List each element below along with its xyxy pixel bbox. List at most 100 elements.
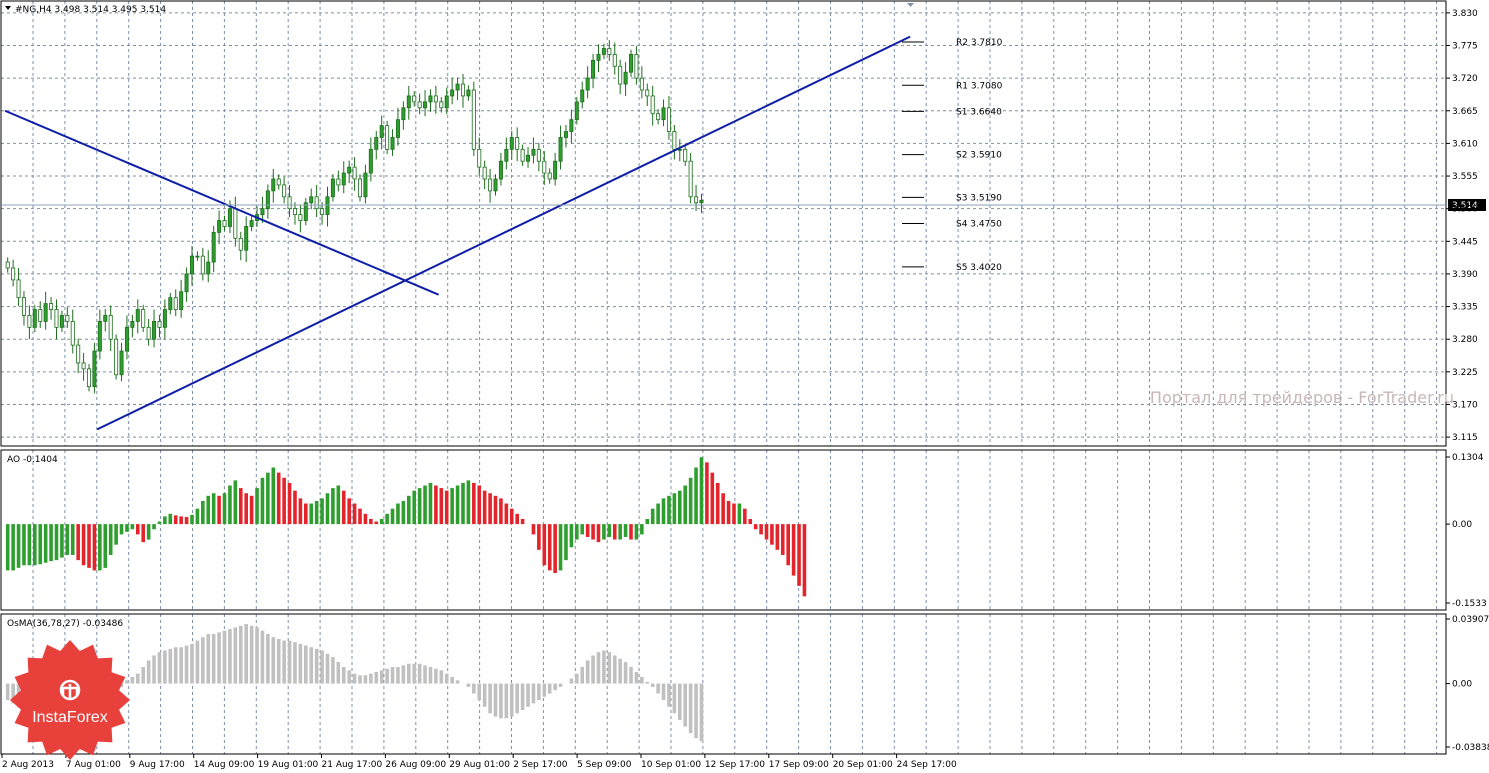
candle-body: [49, 303, 54, 310]
candle-body: [656, 113, 661, 121]
candle-body: [455, 83, 460, 91]
candle-body: [585, 77, 590, 91]
candle-body: [271, 178, 276, 192]
candle-body: [168, 297, 173, 310]
candle-body: [385, 125, 390, 150]
candle-body: [591, 59, 596, 79]
candle-body: [227, 208, 232, 227]
candle-body: [16, 279, 21, 299]
candle-body: [189, 255, 194, 275]
time-tick-label: 12 Sep 17:00: [705, 760, 765, 770]
osma-tick-label: -0.03838: [1452, 743, 1489, 753]
price-tick-label: 3.280: [1452, 335, 1478, 345]
candle-body: [298, 214, 303, 221]
time-tick-label: 7 Aug 01:00: [66, 760, 121, 770]
candle-body: [688, 160, 693, 198]
candle-body: [536, 148, 541, 162]
time-tick-label: 20 Sep 01:00: [833, 760, 893, 770]
candle-body: [21, 297, 26, 316]
candle-body: [433, 95, 438, 103]
candle-body: [542, 160, 547, 174]
time-tick-label: 2 Aug 2013: [2, 760, 54, 770]
candle-body: [417, 101, 422, 109]
price-tick-label: 3.115: [1452, 433, 1478, 443]
candle-body: [618, 65, 623, 85]
candle-body: [54, 309, 59, 328]
candle-body: [195, 255, 200, 258]
candle-body: [287, 196, 292, 210]
candle-body: [184, 273, 189, 293]
time-tick-label: 14 Aug 09:00: [194, 760, 255, 770]
candle-body: [282, 184, 287, 198]
time-tick-label: 5 Sep 09:00: [577, 760, 632, 770]
candle-body: [59, 315, 64, 328]
candle-body: [347, 166, 352, 174]
ao-label: AO -0.1404: [7, 455, 58, 465]
candle-body: [558, 137, 563, 162]
candle-body: [395, 119, 400, 138]
candle-body: [206, 261, 211, 275]
candle-body: [672, 131, 677, 150]
candle-body: [699, 199, 704, 204]
time-tick-label: 24 Sep 17:00: [897, 760, 957, 770]
time-tick-label: 21 Aug 17:00: [322, 760, 383, 770]
pivot-label: S3 3.5190: [956, 193, 1002, 203]
candle-body: [330, 178, 335, 198]
candle-body: [547, 172, 552, 180]
candle-body: [5, 261, 10, 269]
time-tick-label: 9 Aug 17:00: [130, 760, 185, 770]
candle-body: [694, 196, 699, 204]
candle-body: [390, 137, 395, 150]
price-tick-label: 3.390: [1452, 270, 1478, 280]
price-tick-label: 3.610: [1452, 139, 1478, 149]
candle-body: [43, 303, 48, 322]
chart-canvas: R2 3.7810 R1 3.7080 S1 3.6640 S2 3.5910 S3 3…: [0, 0, 1489, 773]
time-tick-label: 29 Aug 01:00: [449, 760, 510, 770]
price-tick-label: 3.500: [1452, 205, 1478, 215]
pivot-label: R1 3.7080: [956, 81, 1003, 91]
candle-body: [526, 154, 531, 162]
candle-body: [477, 148, 482, 168]
osma-tick-label: 0.03907: [1452, 615, 1489, 625]
candle-body: [482, 166, 487, 180]
candle-body: [444, 95, 449, 109]
candle-body: [623, 71, 628, 85]
candle-body: [162, 309, 167, 328]
time-tick-label: 10 Sep 01:00: [641, 760, 701, 770]
candle-body: [114, 338, 119, 376]
candle-body: [406, 95, 411, 109]
price-tick-label: 3.775: [1452, 42, 1478, 52]
price-tick-label: 3.665: [1452, 107, 1478, 117]
candle-body: [423, 101, 428, 109]
candle-body: [244, 226, 249, 251]
candle-body: [439, 101, 444, 109]
symbol-header: #NG,H4 3.498 3.514 3.495 3.514: [15, 5, 166, 15]
candle-body: [341, 172, 346, 186]
candle-body: [238, 237, 243, 251]
candle-body: [401, 107, 406, 121]
candle-body: [108, 315, 113, 340]
candle-body: [292, 208, 297, 216]
candle-body: [650, 95, 655, 115]
pivot-label: S1 3.6640: [956, 107, 1002, 117]
candle-body: [466, 89, 471, 97]
candle-body: [249, 220, 254, 227]
candle-body: [645, 89, 650, 97]
candle-body: [634, 54, 639, 79]
logo-text: InstaForex: [32, 709, 108, 726]
candle-body: [276, 178, 281, 186]
candle-body: [76, 344, 81, 364]
candle-body: [666, 107, 671, 132]
candle-body: [233, 208, 238, 239]
candle-body: [130, 320, 135, 328]
candle-body: [119, 350, 124, 376]
candle-body: [574, 101, 579, 121]
candle-body: [87, 368, 92, 388]
candle-body: [612, 54, 617, 67]
candle-body: [173, 297, 178, 310]
candle-body: [596, 54, 601, 61]
price-tick-label: 3.225: [1452, 368, 1478, 378]
candle-body: [265, 190, 270, 210]
price-tick-label: 3.170: [1452, 400, 1478, 410]
candle-body: [358, 178, 363, 198]
